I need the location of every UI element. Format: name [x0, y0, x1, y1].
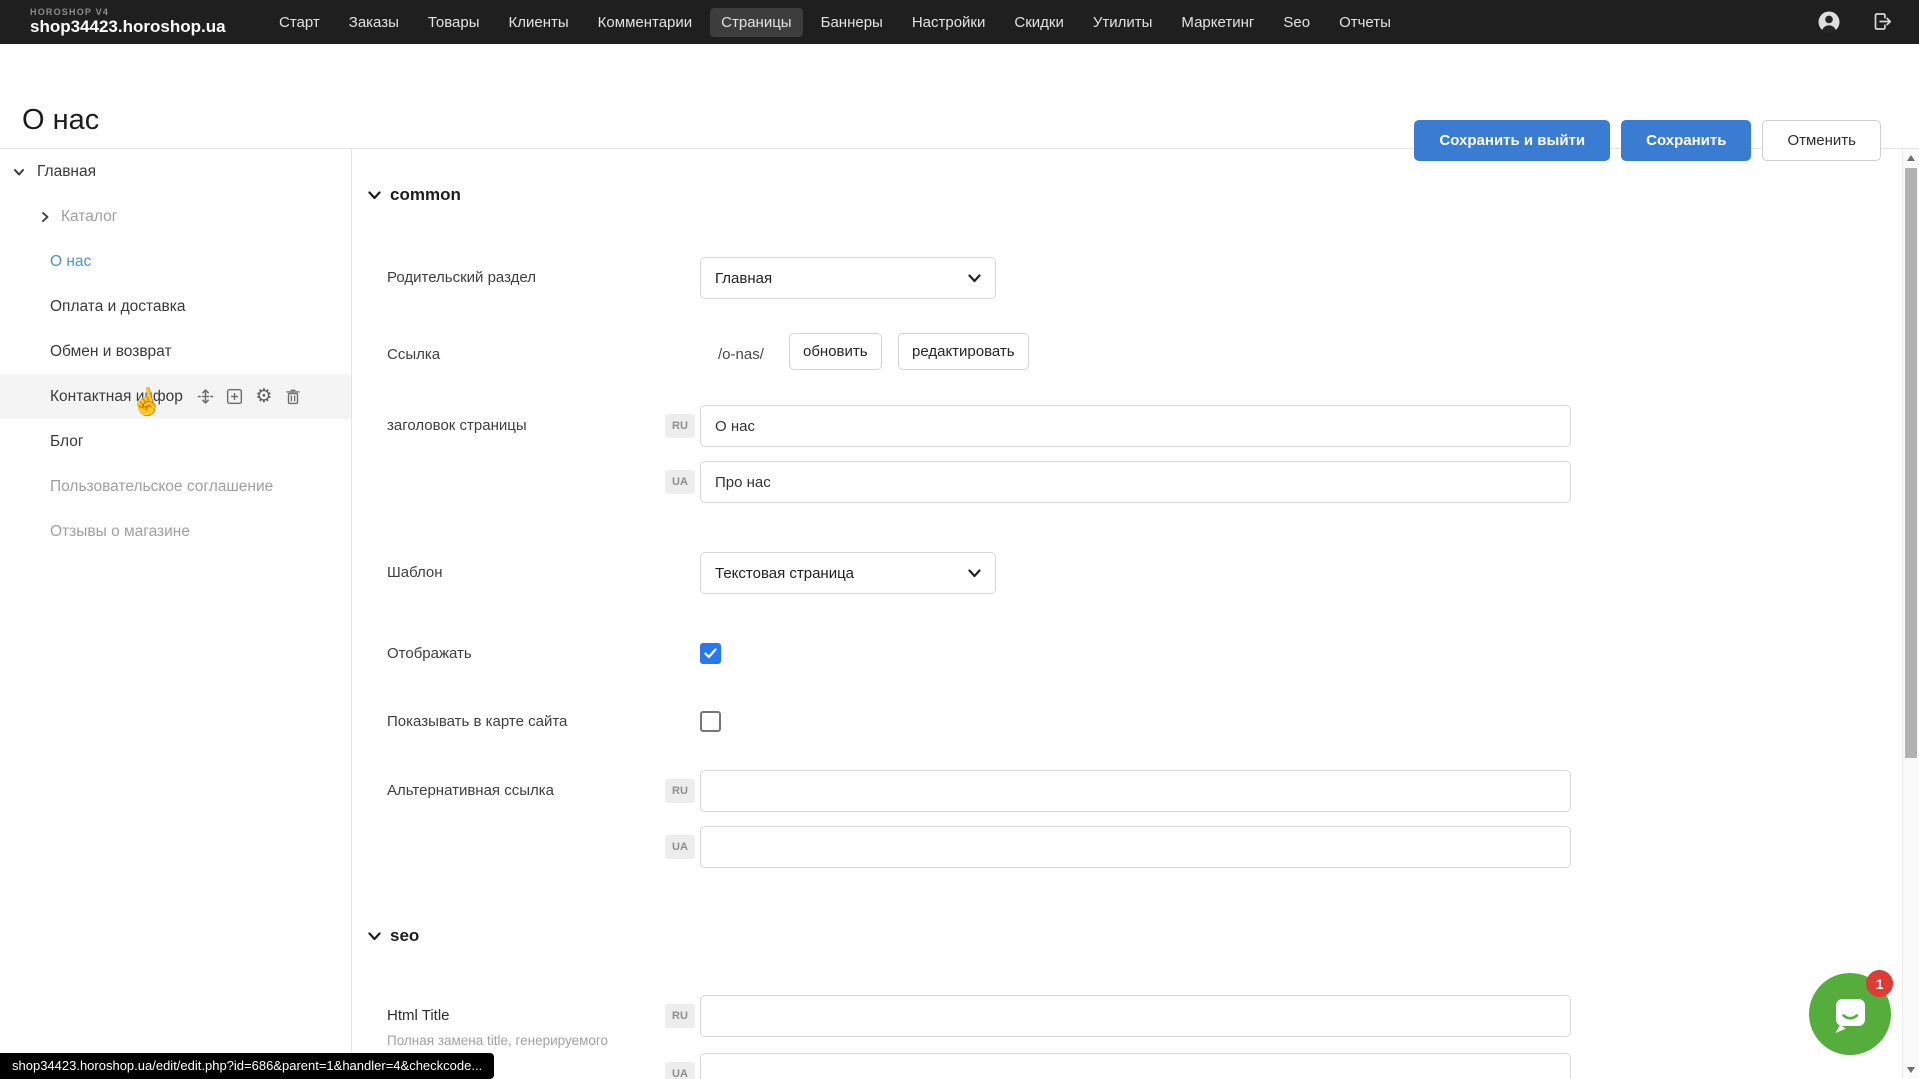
move-icon[interactable]	[196, 387, 216, 407]
lang-badge-ua: UA	[665, 1062, 695, 1079]
gear-icon[interactable]: ⚙	[254, 387, 274, 407]
header-buttons: Сохранить и выйти Сохранить Отменить	[1414, 120, 1881, 161]
account-icon[interactable]	[1817, 10, 1841, 34]
section-title: common	[390, 185, 461, 205]
menu-seo[interactable]: Seo	[1272, 8, 1321, 37]
menu-orders[interactable]: Заказы	[338, 8, 410, 37]
menu-reports[interactable]: Отчеты	[1328, 8, 1402, 37]
section-title: seo	[390, 926, 419, 946]
chat-widget-button[interactable]: 1	[1809, 973, 1891, 1055]
save-button[interactable]: Сохранить	[1621, 120, 1751, 161]
topbar: HOROSHOP V4 shop34423.horoshop.ua Старт …	[0, 0, 1919, 44]
pages-tree-sidebar: Главная Каталог О нас Оплата и доставка …	[0, 149, 352, 1079]
logo-domain: shop34423.horoshop.ua	[30, 18, 268, 37]
chevron-down-icon	[368, 932, 381, 941]
display-checkbox[interactable]	[700, 643, 721, 664]
menu-pages[interactable]: Страницы	[710, 8, 802, 37]
html-title-ua-input[interactable]	[700, 1053, 1571, 1079]
top-navigation: Старт Заказы Товары Клиенты Комментарии …	[268, 8, 1402, 37]
chevron-right-icon	[38, 210, 52, 224]
html-title-ru-input[interactable]	[700, 995, 1571, 1037]
page-header: О нас Сохранить и выйти Сохранить Отмени…	[0, 44, 1919, 149]
tree-item-obmen-i-vozvrat[interactable]: Обмен и возврат	[0, 329, 351, 374]
menu-settings[interactable]: Настройки	[901, 8, 997, 37]
status-url-bar: shop34423.horoshop.ua/edit/edit.php?id=6…	[0, 1053, 494, 1079]
tree-item-katalog[interactable]: Каталог	[0, 194, 351, 239]
menu-utilities[interactable]: Утилиты	[1082, 8, 1164, 37]
topbar-right	[1817, 10, 1895, 34]
tree-item-label: Пользовательское соглашение	[0, 478, 273, 496]
lang-badge-ru: RU	[665, 414, 695, 438]
tree-item-label: О нас	[0, 253, 91, 271]
menu-discounts[interactable]: Скидки	[1003, 8, 1074, 37]
lang-badge-ru: RU	[665, 1004, 695, 1028]
link-edit-button[interactable]: редактировать	[898, 333, 1029, 370]
menu-clients[interactable]: Клиенты	[498, 8, 580, 37]
page-title: О нас	[22, 104, 99, 137]
tree-item-polzovatelskoe-soglashenie[interactable]: Пользовательское соглашение	[0, 464, 351, 509]
chevron-down-icon	[968, 569, 981, 578]
sitemap-checkbox[interactable]	[700, 711, 721, 732]
display-label: Отображать	[387, 643, 472, 665]
tree-item-label: Отзывы о магазине	[0, 523, 190, 541]
tree-item-label: Блог	[0, 433, 84, 451]
parent-section-select[interactable]: Главная	[700, 257, 996, 299]
tree-item-label: Контактная инфор	[0, 388, 183, 406]
lang-badge-ua: UA	[665, 835, 695, 859]
check-icon	[704, 648, 717, 659]
cancel-button[interactable]: Отменить	[1762, 120, 1881, 161]
link-refresh-button[interactable]: обновить	[789, 333, 882, 370]
menu-comments[interactable]: Комментарии	[587, 8, 703, 37]
section-common-header[interactable]: common	[368, 185, 461, 205]
tree-item-oplata-i-dostavka[interactable]: Оплата и доставка	[0, 284, 351, 329]
parent-section-label: Родительский раздел	[387, 257, 536, 299]
alt-link-label: Альтернативная ссылка	[387, 770, 554, 812]
scroll-down-arrow[interactable]	[1907, 1067, 1915, 1073]
tree-item-label: Каталог	[0, 208, 117, 226]
tree-item-otzyvy-o-magazine[interactable]: Отзывы о магазине	[0, 509, 351, 554]
tree-item-blog[interactable]: Блог	[0, 419, 351, 464]
alt-link-ru-input[interactable]	[700, 770, 1571, 812]
logout-icon[interactable]	[1871, 10, 1895, 34]
tree-item-o-nas[interactable]: О нас	[0, 239, 351, 284]
tree-item-label: Оплата и доставка	[0, 298, 186, 316]
lang-badge-ua: UA	[665, 470, 695, 494]
link-label: Ссылка	[387, 336, 440, 373]
menu-banners[interactable]: Баннеры	[810, 8, 894, 37]
trash-icon[interactable]	[283, 387, 303, 407]
link-path-value: /o-nas/	[718, 336, 764, 373]
tree-item-kontaktnaya-infor[interactable]: Контактная инфор ⚙	[0, 374, 351, 419]
scroll-up-arrow[interactable]	[1907, 155, 1915, 161]
menu-marketing[interactable]: Маркетинг	[1170, 8, 1265, 37]
html-title-label: Html Title	[387, 995, 450, 1037]
template-label: Шаблон	[387, 552, 443, 594]
tree-item-actions: ⚙	[196, 387, 303, 407]
menu-start[interactable]: Старт	[268, 8, 331, 37]
lang-badge-ru: RU	[665, 779, 695, 803]
select-value: Текстовая страница	[701, 565, 968, 582]
menu-products[interactable]: Товары	[417, 8, 491, 37]
page-title-ua-input[interactable]	[700, 461, 1571, 503]
logo[interactable]: HOROSHOP V4 shop34423.horoshop.ua	[30, 8, 268, 37]
page-title-ru-input[interactable]	[700, 405, 1571, 447]
page-edit-form: common Родительский раздел Главная Ссылк…	[352, 149, 1902, 1079]
tree-item-label: Обмен и возврат	[0, 343, 172, 361]
select-value: Главная	[701, 270, 968, 287]
chevron-down-icon	[968, 274, 981, 283]
section-seo-header[interactable]: seo	[368, 926, 419, 946]
save-and-exit-button[interactable]: Сохранить и выйти	[1414, 120, 1610, 161]
chevron-down-icon	[12, 165, 26, 179]
template-select[interactable]: Текстовая страница	[700, 552, 996, 594]
vertical-scrollbar[interactable]	[1902, 149, 1919, 1079]
chat-unread-badge: 1	[1866, 970, 1893, 997]
page-title-label: заголовок страницы	[387, 405, 527, 447]
sitemap-label: Показывать в карте сайта	[387, 711, 567, 733]
scrollbar-thumb[interactable]	[1905, 168, 1917, 758]
alt-link-ua-input[interactable]	[700, 826, 1571, 868]
chevron-down-icon	[368, 191, 381, 200]
html-title-hint: Полная замена title, генерируемого	[387, 1033, 608, 1048]
tree-item-glavnaya[interactable]: Главная	[0, 149, 351, 194]
add-subpage-icon[interactable]	[225, 387, 245, 407]
